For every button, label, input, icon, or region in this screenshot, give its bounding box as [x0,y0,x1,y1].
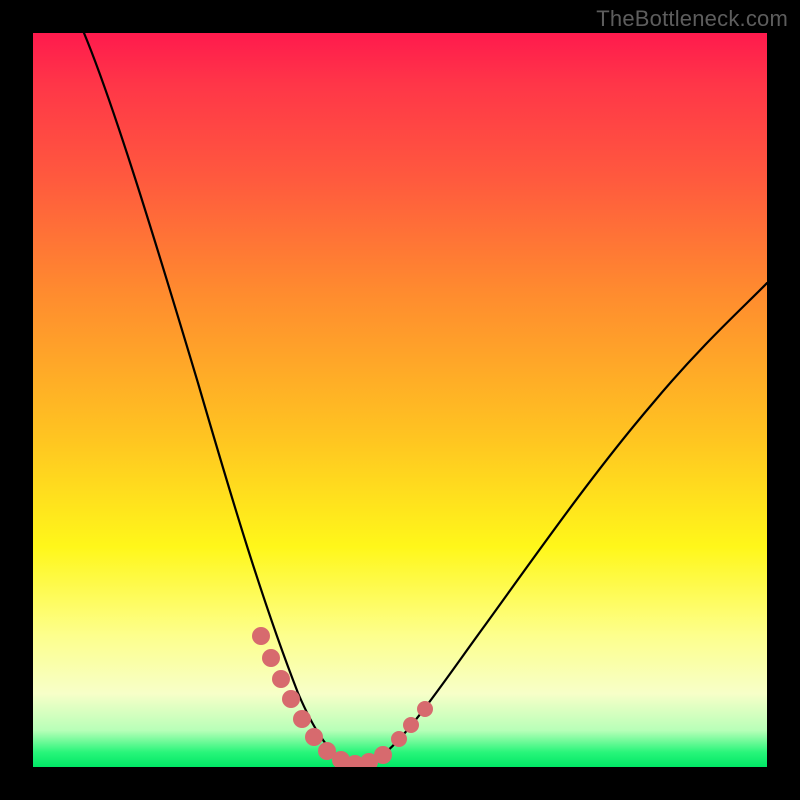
chart-frame: TheBottleneck.com [0,0,800,800]
watermark-text: TheBottleneck.com [596,6,788,32]
highlight-markers [252,627,433,767]
chart-svg [33,33,767,767]
bottleneck-curve [84,33,767,765]
